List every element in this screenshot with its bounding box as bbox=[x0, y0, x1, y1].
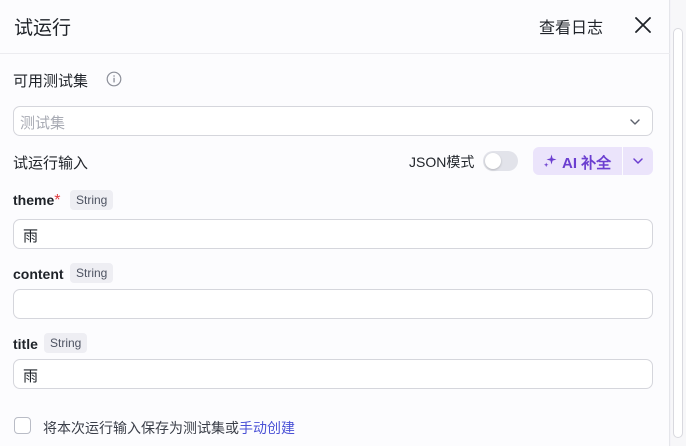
panel-title: 试运行 bbox=[14, 18, 72, 39]
json-mode-label: JSON模式 bbox=[409, 154, 475, 170]
trial-run-panel: 试运行 查看日志 可用测试集 测试集 试运行输入 JSON模式 AI 补全 th… bbox=[0, 0, 670, 446]
ai-complete-label: AI 补全 bbox=[562, 155, 612, 172]
type-tag: String bbox=[70, 190, 114, 210]
manual-create-link[interactable]: 手动创建 bbox=[239, 420, 295, 436]
ai-options-dropdown[interactable] bbox=[623, 147, 653, 175]
run-input-label: 试运行输入 bbox=[13, 155, 89, 172]
field-label-theme: theme* bbox=[13, 192, 60, 210]
field-name: content bbox=[13, 266, 64, 282]
save-as-test-set-text: 将本次运行输入保存为测试集或手动创建 bbox=[43, 418, 295, 438]
ai-complete-button[interactable]: AI 补全 bbox=[533, 147, 623, 175]
required-marker: * bbox=[54, 192, 61, 209]
json-mode-toggle[interactable] bbox=[483, 151, 518, 171]
panel-header: 试运行 查看日志 bbox=[0, 0, 670, 54]
field-label-content: content bbox=[13, 266, 64, 282]
save-as-test-set-checkbox[interactable] bbox=[14, 417, 31, 434]
toggle-knob bbox=[485, 153, 501, 169]
field-name: theme bbox=[13, 192, 55, 208]
save-as-test-set-label: 将本次运行输入保存为测试集或 bbox=[43, 420, 239, 436]
chevron-down-icon bbox=[633, 158, 643, 164]
field-label-title: title bbox=[13, 336, 38, 352]
info-icon[interactable] bbox=[106, 71, 122, 87]
test-set-label: 可用测试集 bbox=[13, 73, 89, 90]
chevron-down-icon bbox=[630, 119, 640, 125]
test-set-placeholder: 测试集 bbox=[20, 115, 66, 132]
theme-input[interactable]: 雨 bbox=[13, 219, 653, 249]
field-name: title bbox=[13, 336, 38, 352]
type-tag: String bbox=[44, 333, 88, 353]
close-button[interactable] bbox=[630, 12, 656, 38]
sparkle-icon bbox=[543, 154, 557, 168]
content-input[interactable] bbox=[13, 289, 653, 319]
type-tag: String bbox=[70, 263, 114, 283]
test-set-select[interactable]: 测试集 bbox=[13, 106, 653, 136]
view-log-button[interactable]: 查看日志 bbox=[539, 14, 603, 38]
close-icon bbox=[635, 17, 651, 33]
title-input[interactable]: 雨 bbox=[13, 359, 653, 389]
scrollbar-thumb[interactable] bbox=[673, 28, 683, 438]
